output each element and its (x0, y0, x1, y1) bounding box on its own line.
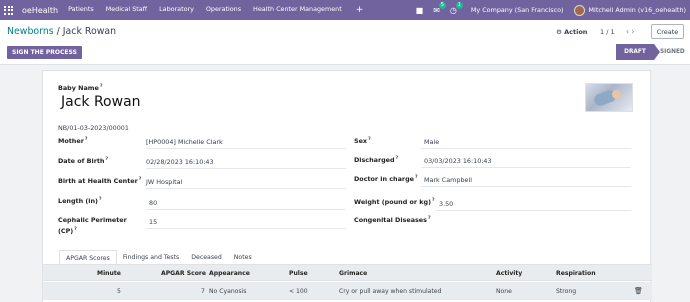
newborn-reference: NB/01-03-2023/00001 (58, 124, 129, 132)
cell-apgar-score[interactable]: 7 (201, 288, 205, 295)
col-respiration[interactable]: Respiration (556, 270, 596, 277)
status-draft[interactable]: DRAFT (616, 44, 660, 60)
cell-minute[interactable]: 5 (117, 288, 121, 295)
avatar[interactable] (573, 4, 585, 16)
cell-respiration[interactable]: Strong (556, 288, 576, 295)
cell-activity[interactable]: None (496, 288, 512, 295)
cell-appearance[interactable]: No Cyanosis (209, 288, 246, 295)
col-apgar-score[interactable]: APGAR Score (161, 270, 206, 277)
mother-label: Mother? (58, 137, 88, 146)
menu-patients[interactable]: Patients (68, 5, 94, 15)
activities-badge: 1 (455, 1, 463, 9)
breadcrumb: Newborns / Jack Rowan (7, 26, 116, 37)
app-brand[interactable]: oeHealth (22, 6, 58, 15)
status-signed[interactable]: SIGNED (660, 44, 685, 60)
weight-label: Weight (pound or kg)? (354, 198, 435, 207)
chevron-right-icon[interactable]: › (631, 27, 634, 36)
doctor-in-charge-field[interactable]: Mark Campbell (424, 176, 472, 184)
form-sheet: Baby Name? Jack Rowan NB/01-03-2023/0000… (42, 70, 652, 302)
menu-laboratory[interactable]: Laboratory (159, 5, 194, 15)
cephalic-perimeter-label: Cephalic Perimeter (58, 216, 127, 224)
activities-icon[interactable]: ◷ 1 (450, 1, 463, 15)
col-appearance[interactable]: Appearance (209, 270, 250, 277)
col-pulse[interactable]: Pulse (289, 270, 308, 277)
menu-health-center-management[interactable]: Health Center Management (253, 5, 342, 15)
length-label: Length (in)? (58, 197, 102, 206)
main-menu: Patients Medical Staff Laboratory Operat… (68, 5, 375, 15)
control-panel: Newborns / Jack Rowan ⚙ Action 1 / 1 ‹ ›… (0, 20, 690, 65)
cell-pulse[interactable]: < 100 (289, 288, 308, 295)
discharged-field[interactable]: 03/03/2023 16:10:43 (424, 157, 492, 165)
date-of-birth-label: Date of Birth? (58, 157, 109, 166)
pager-arrows: ‹ › (626, 27, 634, 36)
discharged-label: Discharged? (354, 156, 399, 165)
navbar-systray: ■ ✉ 5 ◷ 1 My Company (San Francisco) Mitch… (406, 0, 686, 20)
apgar-table-header: Minute APGAR Score Appearance Pulse Grim… (43, 265, 652, 281)
col-grimace[interactable]: Grimace (339, 270, 367, 277)
action-button[interactable]: ⚙ Action (556, 28, 587, 36)
menu-medical-staff[interactable]: Medical Staff (106, 5, 147, 15)
weight-field[interactable]: 3.50 (439, 200, 453, 208)
congenital-diseases-label: Congenital Diseases? (354, 216, 431, 225)
chevron-left-icon[interactable]: ‹ (626, 27, 629, 36)
col-activity[interactable]: Activity (496, 270, 522, 277)
tab-deceased[interactable]: Deceased (185, 250, 228, 265)
messages-badge: 5 (438, 1, 446, 9)
company-switcher[interactable]: My Company (San Francisco) (471, 6, 564, 14)
length-field[interactable]: 80 (149, 199, 157, 207)
breadcrumb-current: Jack Rowan (62, 26, 117, 37)
date-of-birth-field[interactable]: 02/28/2023 16:10:43 (146, 158, 214, 166)
plus-icon[interactable]: + (356, 5, 364, 15)
menu-operations[interactable]: Operations (206, 5, 241, 15)
breadcrumb-newborns[interactable]: Newborns (7, 26, 54, 37)
baby-name-label: Baby Name? (58, 84, 103, 93)
create-button[interactable]: Create (651, 24, 684, 39)
doctor-in-charge-label: Doctor in charge? (354, 175, 418, 184)
tab-findings-and-tests[interactable]: Findings and Tests (117, 250, 185, 265)
tab-apgar-scores[interactable]: APGAR Scores (59, 250, 117, 265)
birth-health-center-field[interactable]: JW Hospital (146, 178, 182, 186)
cell-grimace[interactable]: Cry or pull away when stimulated (339, 288, 441, 295)
table-row[interactable]: 5 7 No Cyanosis < 100 Cry or pull away w… (43, 282, 652, 300)
baby-photo[interactable] (585, 83, 633, 112)
form-tabs: APGAR Scores Findings and Tests Deceased… (59, 250, 258, 265)
sign-process-button[interactable]: SIGN THE PROCESS (7, 46, 82, 59)
messages-icon[interactable]: ✉ 5 (433, 1, 446, 15)
col-minute[interactable]: Minute (97, 270, 121, 277)
gear-icon: ⚙ (556, 28, 562, 36)
mother-field[interactable]: [HP0004] Michelle Clark (146, 138, 223, 146)
breadcrumb-separator: / (56, 26, 60, 37)
top-navbar: oeHealth Patients Medical Staff Laborato… (0, 0, 690, 20)
tab-notes[interactable]: Notes (228, 250, 258, 265)
sex-field[interactable]: Male (424, 138, 439, 146)
pager-value[interactable]: 1 / 1 (600, 28, 615, 36)
cephalic-perimeter-field[interactable]: 15 (149, 218, 157, 226)
bug-icon[interactable]: ■ (416, 6, 424, 15)
app-menu-icon[interactable] (4, 5, 16, 15)
sex-label: Sex? (354, 137, 371, 146)
baby-name-input[interactable]: Jack Rowan (61, 94, 141, 110)
user-menu[interactable]: Mitchell Admin (v16_oehealth) (589, 6, 686, 14)
birth-health-center-label: Birth at Health Center? (58, 177, 142, 186)
trash-icon[interactable]: 🗑 (634, 287, 643, 295)
cephalic-perimeter-label-cp: (CP)? (58, 227, 77, 236)
